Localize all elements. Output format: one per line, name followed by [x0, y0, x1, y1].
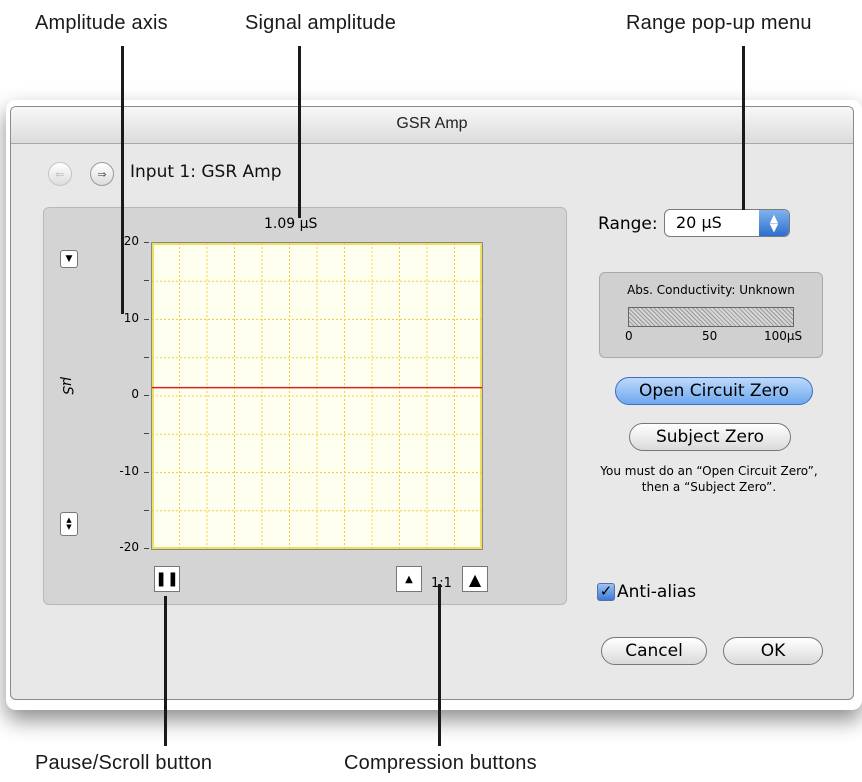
compression-ratio: 1:1	[431, 576, 452, 591]
title-bar[interactable]: GSR Amp	[11, 107, 853, 144]
y-tick-label: 10	[123, 310, 139, 325]
y-tick-mark	[144, 356, 149, 358]
previous-input-button[interactable]: ⇐	[48, 162, 72, 186]
expand-button[interactable]: ▲	[462, 566, 488, 592]
anti-alias-checkbox[interactable]: ✓	[597, 583, 615, 601]
y-tick-label: 20	[123, 234, 139, 248]
signal-plot	[152, 243, 482, 549]
conductivity-scale-min: 0	[625, 329, 633, 343]
leader-signal-amplitude	[298, 46, 301, 218]
range-popup-menu[interactable]: 20 µS ▲ ▼	[664, 209, 790, 237]
conductivity-meter	[628, 307, 794, 327]
callout-range-popup-menu: Range pop-up menu	[626, 12, 812, 34]
gsr-amp-window: GSR Amp ⇐ ⇒ Input 1: GSR Amp 1.09 µS ▼ µ…	[10, 106, 854, 700]
instructions-text: You must do an “Open Circuit Zero”, then…	[600, 464, 818, 494]
leader-pause-scroll-button	[164, 596, 167, 746]
triangle-down-icon: ▼	[66, 523, 72, 531]
conductivity-panel: Abs. Conductivity: Unknown 0 50 100µS	[599, 272, 823, 358]
next-input-button[interactable]: ⇒	[90, 162, 114, 186]
window-title: GSR Amp	[396, 115, 468, 132]
callout-amplitude-axis: Amplitude axis	[35, 12, 168, 34]
arrow-right-icon: ⇒	[97, 167, 107, 181]
anti-alias-label: Anti-alias	[617, 582, 697, 602]
open-circuit-zero-button[interactable]: Open Circuit Zero	[615, 377, 813, 405]
input-label: Input 1: GSR Amp	[130, 162, 282, 182]
y-tick-mark	[144, 548, 149, 549]
leader-amplitude-axis	[121, 46, 124, 314]
leader-range-popup-menu	[742, 46, 745, 210]
y-tick-label: -20	[119, 540, 139, 554]
small-peak-icon: ▲	[405, 573, 413, 585]
callout-signal-amplitude: Signal amplitude	[245, 12, 397, 34]
y-axis-unit: µS	[58, 377, 75, 395]
y-tick-mark	[144, 280, 149, 282]
pause-icon: ❚❚	[155, 571, 179, 587]
y-tick-mark	[144, 242, 149, 243]
y-tick-mark	[144, 318, 149, 320]
pause-scroll-button[interactable]: ❚❚	[154, 566, 180, 592]
y-tick-label: 0	[131, 387, 139, 401]
popup-arrows-icon: ▲ ▼	[759, 210, 789, 236]
subject-zero-button[interactable]: Subject Zero	[629, 423, 791, 451]
large-peak-icon: ▲	[468, 569, 482, 589]
y-tick-mark	[144, 509, 149, 511]
leader-compression-buttons	[438, 584, 441, 746]
range-selected-value: 20 µS	[676, 213, 722, 232]
y-tick-mark	[144, 471, 149, 473]
callout-pause-scroll-button: Pause/Scroll button	[35, 752, 213, 774]
y-tick-label: -10	[119, 463, 139, 478]
y-tick-mark	[144, 433, 149, 435]
arrow-left-icon: ⇐	[55, 167, 65, 181]
signal-amplitude-readout: 1.09 µS	[264, 216, 318, 232]
conductivity-scale-mid: 50	[702, 329, 718, 343]
triangle-down-icon: ▼	[65, 254, 73, 264]
scale-down-button[interactable]: ▼	[60, 250, 78, 268]
cancel-button[interactable]: Cancel	[601, 637, 707, 665]
range-label: Range:	[598, 214, 658, 234]
conductivity-title: Abs. Conductivity: Unknown	[627, 283, 795, 297]
scroll-stepper[interactable]: ▲ ▼	[60, 512, 78, 536]
compress-button[interactable]: ▲	[396, 566, 422, 592]
plot-area	[151, 242, 483, 550]
conductivity-scale-max: 100µS	[764, 329, 803, 343]
checkmark-icon: ✓	[599, 582, 613, 600]
y-tick-mark	[144, 395, 149, 396]
ok-button[interactable]: OK	[723, 637, 823, 665]
callout-compression-buttons: Compression buttons	[344, 752, 537, 774]
